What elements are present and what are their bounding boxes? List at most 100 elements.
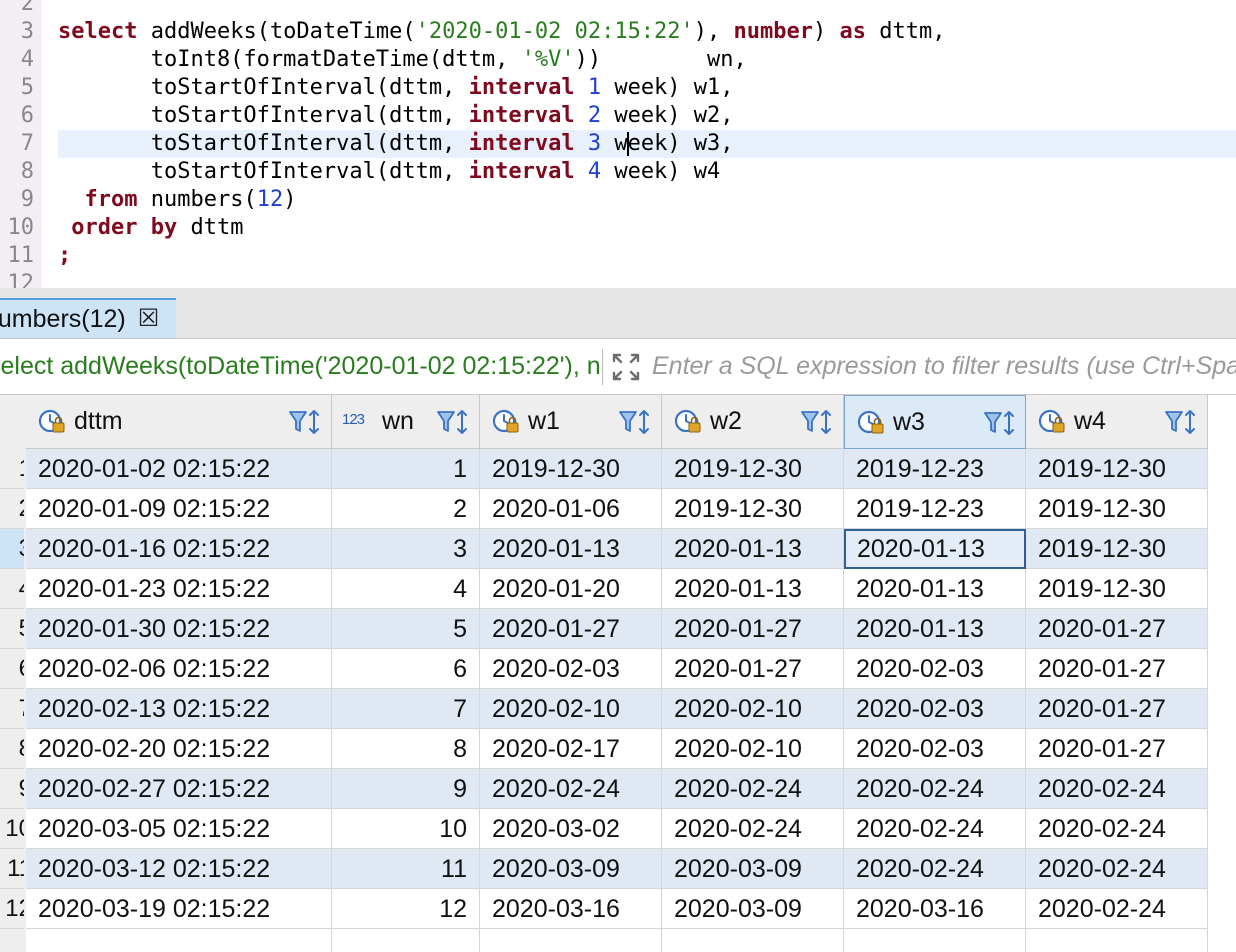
table-cell[interactable]: 11: [332, 849, 480, 889]
table-cell[interactable]: 2020-02-24: [662, 809, 844, 849]
table-cell[interactable]: 2019-12-30: [662, 449, 844, 489]
table-cell[interactable]: 2020-02-17: [480, 729, 662, 769]
table-cell[interactable]: 2020-02-24: [1026, 809, 1208, 849]
table-cell[interactable]: 1: [332, 449, 480, 489]
row-number[interactable]: 2: [0, 489, 24, 529]
table-cell[interactable]: 2020-02-03: [844, 649, 1026, 689]
table-cell[interactable]: 2020-03-09: [662, 889, 844, 929]
row-number[interactable]: 1: [0, 449, 24, 489]
table-cell[interactable]: 2020-01-13: [844, 569, 1026, 609]
table-row[interactable]: 2020-01-16 02:15:22 3 2020-01-13 2020-01-13…: [26, 529, 1208, 569]
filter-input[interactable]: [652, 339, 1236, 394]
table-cell[interactable]: 2020-03-09: [480, 849, 662, 889]
row-number[interactable]: 10: [0, 809, 24, 849]
table-cell[interactable]: 2019-12-30: [662, 489, 844, 529]
table-cell[interactable]: 2020-02-13 02:15:22: [26, 689, 332, 729]
table-cell[interactable]: 2020-01-13: [662, 569, 844, 609]
row-number[interactable]: 4: [0, 569, 24, 609]
table-row[interactable]: 2020-02-13 02:15:22 7 2020-02-10 2020-02-10…: [26, 689, 1208, 729]
table-cell[interactable]: 2020-01-13: [844, 609, 1026, 649]
table-cell[interactable]: 2020-03-05 02:15:22: [26, 809, 332, 849]
column-header-wn[interactable]: 123 wn: [332, 395, 480, 449]
table-cell[interactable]: 9: [332, 769, 480, 809]
editor-line[interactable]: 12: [0, 270, 1236, 288]
table-cell[interactable]: 2019-12-23: [844, 489, 1026, 529]
table-row[interactable]: 2020-02-27 02:15:22 9 2020-02-24 2020-02-24…: [26, 769, 1208, 809]
table-row[interactable]: 2020-03-05 02:15:22 10 2020-03-02 2020-02-2…: [26, 809, 1208, 849]
table-cell[interactable]: 5: [332, 609, 480, 649]
table-cell[interactable]: 2020-01-27: [1026, 609, 1208, 649]
table-row[interactable]: 2020-03-19 02:15:22 12 2020-03-16 2020-03-0…: [26, 889, 1208, 929]
filter-sort-icon[interactable]: [983, 410, 1021, 436]
editor-line[interactable]: 9 from numbers(12): [0, 186, 1236, 214]
column-header-w1[interactable]: w1: [480, 395, 662, 449]
row-number[interactable]: 5: [0, 609, 24, 649]
table-cell[interactable]: 2020-02-20 02:15:22: [26, 729, 332, 769]
table-cell[interactable]: 2020-03-02: [480, 809, 662, 849]
table-cell[interactable]: 2019-12-30: [1026, 529, 1208, 569]
results-grid[interactable]: 123456789101112 dttm123wnw1w2w3w4 2020-0…: [0, 395, 1236, 952]
table-cell[interactable]: 8: [332, 729, 480, 769]
table-cell[interactable]: 2020-01-27: [662, 609, 844, 649]
table-cell[interactable]: 2: [332, 489, 480, 529]
editor-line[interactable]: 10 order by dttm: [0, 214, 1236, 242]
table-cell[interactable]: 2020-01-27: [1026, 649, 1208, 689]
close-tab-icon[interactable]: ☒: [138, 307, 160, 331]
table-cell[interactable]: 2020-03-16: [844, 889, 1026, 929]
column-header-w3[interactable]: w3: [844, 395, 1026, 449]
sql-editor[interactable]: 2 3 select addWeeks(toDateTime('2020-01-02…: [0, 0, 1236, 288]
table-row[interactable]: 2020-02-20 02:15:22 8 2020-02-17 2020-02-10…: [26, 729, 1208, 769]
column-header-w2[interactable]: w2: [662, 395, 844, 449]
column-header-w4[interactable]: w4: [1026, 395, 1208, 449]
table-cell[interactable]: 2020-03-16: [480, 889, 662, 929]
row-number[interactable]: 3: [0, 529, 24, 569]
editor-line[interactable]: 6 toStartOfInterval(dttm, interval 2 wee…: [0, 102, 1236, 130]
row-number[interactable]: 6: [0, 649, 24, 689]
expand-icon[interactable]: [610, 351, 642, 383]
table-cell[interactable]: 2020-01-06: [480, 489, 662, 529]
table-cell[interactable]: 2020-02-24: [662, 769, 844, 809]
filter-sort-icon[interactable]: [618, 409, 656, 435]
table-cell[interactable]: 2020-02-10: [480, 689, 662, 729]
table-cell[interactable]: 2020-01-02 02:15:22: [26, 449, 332, 489]
table-row[interactable]: 2020-01-09 02:15:22 2 2020-01-06 2019-12-30…: [26, 489, 1208, 529]
table-cell[interactable]: 2020-01-16 02:15:22: [26, 529, 332, 569]
editor-line[interactable]: 8 toStartOfInterval(dttm, interval 4 wee…: [0, 158, 1236, 186]
table-row[interactable]: 2020-01-23 02:15:22 4 2020-01-20 2020-01-13…: [26, 569, 1208, 609]
table-cell[interactable]: 10: [332, 809, 480, 849]
table-cell[interactable]: 2020-02-24: [844, 809, 1026, 849]
table-cell[interactable]: 2020-03-12 02:15:22: [26, 849, 332, 889]
table-cell[interactable]: 2020-03-09: [662, 849, 844, 889]
table-cell[interactable]: 2020-02-06 02:15:22: [26, 649, 332, 689]
table-cell[interactable]: 2020-01-13: [480, 529, 662, 569]
column-header-dttm[interactable]: dttm: [26, 395, 332, 449]
filter-sort-icon[interactable]: [1164, 409, 1202, 435]
table-cell[interactable]: 2020-02-03: [480, 649, 662, 689]
row-number[interactable]: 11: [0, 849, 24, 889]
table-cell[interactable]: 2020-01-27: [480, 609, 662, 649]
table-row[interactable]: 2020-01-02 02:15:22 1 2019-12-30 2019-12-30…: [26, 449, 1208, 489]
row-number[interactable]: 7: [0, 689, 24, 729]
filter-sort-icon[interactable]: [288, 409, 326, 435]
table-cell[interactable]: 2020-02-24: [844, 769, 1026, 809]
table-row[interactable]: 2020-01-30 02:15:22 5 2020-01-27 2020-01-27…: [26, 609, 1208, 649]
table-cell[interactable]: 2020-02-24: [1026, 849, 1208, 889]
table-cell[interactable]: 2020-01-30 02:15:22: [26, 609, 332, 649]
editor-line[interactable]: 7 toStartOfInterval(dttm, interval 3 wee…: [0, 130, 1236, 158]
editor-line[interactable]: 3 select addWeeks(toDateTime('2020-01-02 …: [0, 18, 1236, 46]
focused-cell[interactable]: 2020-01-13: [844, 529, 1026, 569]
table-cell[interactable]: 2020-02-03: [844, 689, 1026, 729]
editor-line[interactable]: 2: [0, 0, 1236, 18]
table-cell[interactable]: 2020-02-10: [662, 689, 844, 729]
table-cell[interactable]: 2019-12-30: [1026, 569, 1208, 609]
row-number[interactable]: 12: [0, 889, 24, 929]
row-number[interactable]: 9: [0, 769, 24, 809]
table-cell[interactable]: 4: [332, 569, 480, 609]
table-cell[interactable]: 2020-02-24: [1026, 769, 1208, 809]
editor-line[interactable]: 5 toStartOfInterval(dttm, interval 1 wee…: [0, 74, 1236, 102]
table-cell[interactable]: 2020-01-27: [662, 649, 844, 689]
table-row[interactable]: 2020-03-12 02:15:22 11 2020-03-09 2020-03-0…: [26, 849, 1208, 889]
table-cell[interactable]: 2019-12-23: [844, 449, 1026, 489]
tab-results[interactable]: numbers(12) ☒: [0, 298, 176, 338]
table-cell[interactable]: 12: [332, 889, 480, 929]
